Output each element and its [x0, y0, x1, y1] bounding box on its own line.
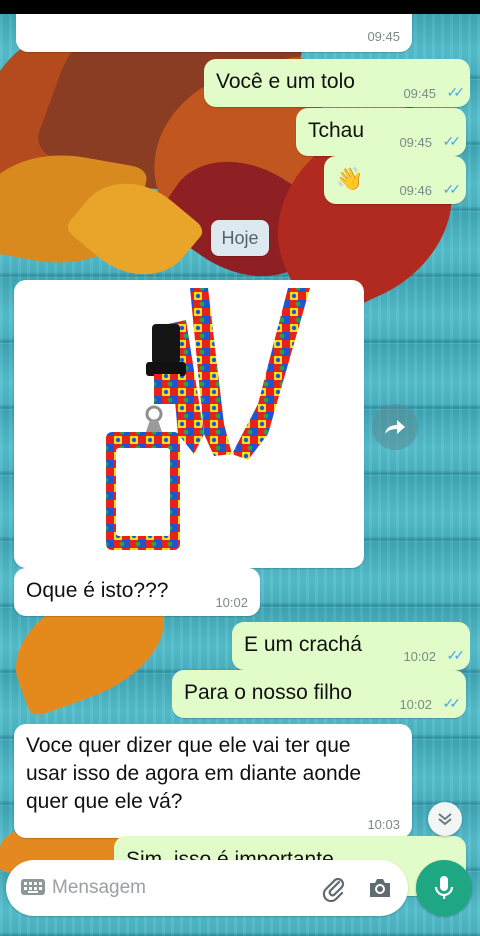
read-ticks-icon: ✓✓ — [442, 181, 462, 197]
message-incoming[interactable]: Voce quer dizer que ele vai ter que usar… — [14, 724, 412, 838]
image-message[interactable] — [14, 280, 364, 568]
message-input[interactable] — [52, 872, 302, 904]
message-time: 09:45 — [403, 86, 436, 101]
message-text: Voce quer dizer que ele vai ter que usar… — [26, 734, 362, 813]
read-ticks-icon: ✓✓ — [442, 133, 462, 149]
message-text: Oque é isto??? — [26, 579, 169, 602]
message-time: 09:45 — [399, 135, 432, 150]
mic-button[interactable] — [416, 860, 472, 916]
message-time: 09:46 — [399, 183, 432, 198]
forward-icon — [385, 420, 405, 434]
forward-button[interactable] — [372, 404, 418, 450]
message-outgoing[interactable]: Você e um tolo 09:45 ✓✓ — [204, 59, 470, 107]
read-ticks-icon: ✓✓ — [446, 647, 466, 663]
scroll-down-icon — [438, 813, 452, 826]
camera-icon[interactable] — [366, 874, 394, 902]
message-text: Para o nosso filho — [184, 681, 353, 704]
message-time: 10:02 — [403, 649, 436, 664]
day-separator: Hoje — [211, 220, 269, 256]
message-text: Você e um tolo — [216, 70, 355, 93]
message-outgoing[interactable]: 👋 09:46 ✓✓ — [324, 156, 466, 204]
message-incoming[interactable]: Oque é isto??? 10:02 — [14, 568, 260, 616]
lanyard-illustration — [106, 288, 310, 550]
message-time: 10:03 — [367, 817, 400, 832]
lanyard-image — [18, 284, 360, 564]
message-outgoing[interactable]: E um crachá 10:02 ✓✓ — [232, 622, 470, 670]
message-outgoing[interactable]: Para o nosso filho 10:02 ✓✓ — [172, 670, 466, 718]
read-ticks-icon: ✓✓ — [446, 84, 466, 100]
message-incoming[interactable]: 09:45 — [16, 14, 412, 52]
message-time: 10:02 — [399, 697, 432, 712]
message-outgoing[interactable]: Tchau 09:45 ✓✓ — [296, 108, 466, 156]
message-time: 09:45 — [367, 29, 400, 44]
keyboard-icon[interactable] — [20, 877, 46, 897]
chat-screen: 09:45 Você e um tolo 09:45 ✓✓ Tchau 09:4… — [0, 14, 480, 936]
mic-icon — [434, 876, 454, 899]
message-composer — [6, 860, 408, 916]
message-text: E um crachá — [244, 633, 362, 656]
attach-icon[interactable] — [320, 874, 348, 902]
scroll-down-button[interactable] — [428, 802, 462, 836]
message-text: Tchau — [308, 119, 365, 142]
message-text: 👋 — [336, 166, 364, 191]
message-time: 10:02 — [215, 595, 248, 610]
read-ticks-icon: ✓✓ — [442, 695, 462, 711]
